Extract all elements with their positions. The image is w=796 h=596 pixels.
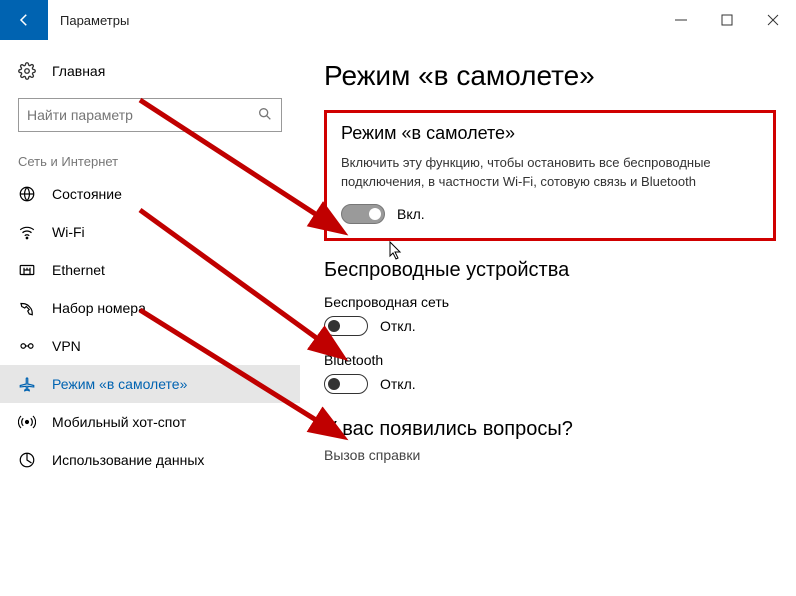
hotspot-icon: [18, 413, 36, 431]
wireless-network-block: Беспроводная сеть Откл.: [324, 294, 776, 336]
questions-heading: У вас появились вопросы?: [324, 418, 776, 441]
sidebar-item-label: Набор номера: [52, 300, 146, 316]
sidebar-item-dialup[interactable]: Набор номера: [0, 289, 300, 327]
wireless-network-toggle[interactable]: [324, 316, 368, 336]
globe-icon: [18, 185, 36, 203]
sidebar-item-hotspot[interactable]: Мобильный хот-спот: [0, 403, 300, 441]
bluetooth-label: Bluetooth: [324, 352, 776, 368]
sidebar-item-data[interactable]: Использование данных: [0, 441, 300, 479]
bluetooth-block: Bluetooth Откл.: [324, 352, 776, 394]
sidebar-item-label: VPN: [52, 338, 81, 354]
sidebar-item-label: Состояние: [52, 186, 122, 202]
sidebar-item-wifi[interactable]: Wi-Fi: [0, 213, 300, 251]
minimize-button[interactable]: [658, 0, 704, 40]
sidebar-item-globe[interactable]: Состояние: [0, 175, 300, 213]
settings-window: Параметры Главная: [0, 0, 796, 596]
search-input[interactable]: [27, 107, 251, 123]
close-button[interactable]: [750, 0, 796, 40]
search-icon: [257, 106, 273, 125]
ethernet-icon: [18, 261, 36, 279]
wireless-devices-heading: Беспроводные устройства: [324, 259, 776, 282]
data-icon: [18, 451, 36, 469]
sidebar-item-airplane[interactable]: Режим «в самолете»: [0, 365, 300, 403]
sidebar-section-label: Сеть и Интернет: [0, 146, 300, 175]
help-link[interactable]: Вызов справки: [324, 447, 776, 463]
gear-icon: [18, 62, 36, 80]
sidebar-item-label: Ethernet: [52, 262, 105, 278]
maximize-button[interactable]: [704, 0, 750, 40]
main-panel: Режим «в самолете» Режим «в самолете» Вк…: [300, 40, 796, 596]
sidebar: Главная Сеть и Интернет Состояние Wi-Fi Et…: [0, 40, 300, 596]
sidebar-item-vpn[interactable]: VPN: [0, 327, 300, 365]
sidebar-item-label: Использование данных: [52, 452, 204, 468]
bluetooth-toggle[interactable]: [324, 374, 368, 394]
airplane-mode-heading: Режим «в самолете»: [341, 123, 759, 144]
sidebar-item-label: Wi-Fi: [52, 224, 85, 240]
sidebar-item-ethernet[interactable]: Ethernet: [0, 251, 300, 289]
titlebar: Параметры: [0, 0, 796, 40]
bluetooth-state: Откл.: [380, 376, 416, 392]
airplane-mode-state: Вкл.: [397, 206, 425, 222]
sidebar-home-label: Главная: [52, 63, 105, 79]
page-title: Режим «в самолете»: [324, 60, 776, 92]
sidebar-item-label: Мобильный хот-спот: [52, 414, 186, 430]
airplane-mode-description: Включить эту функцию, чтобы остановить в…: [341, 154, 759, 192]
wireless-network-state: Откл.: [380, 318, 416, 334]
airplane-mode-toggle[interactable]: [341, 204, 385, 224]
sidebar-home[interactable]: Главная: [0, 54, 300, 88]
window-title: Параметры: [48, 0, 658, 40]
dialup-icon: [18, 299, 36, 317]
wifi-icon: [18, 223, 36, 241]
search-box[interactable]: [18, 98, 282, 132]
airplane-icon: [18, 375, 36, 393]
back-button[interactable]: [0, 0, 48, 40]
vpn-icon: [18, 337, 36, 355]
airplane-mode-section: Режим «в самолете» Включить эту функцию,…: [324, 110, 776, 241]
wireless-network-label: Беспроводная сеть: [324, 294, 776, 310]
sidebar-item-label: Режим «в самолете»: [52, 376, 187, 392]
